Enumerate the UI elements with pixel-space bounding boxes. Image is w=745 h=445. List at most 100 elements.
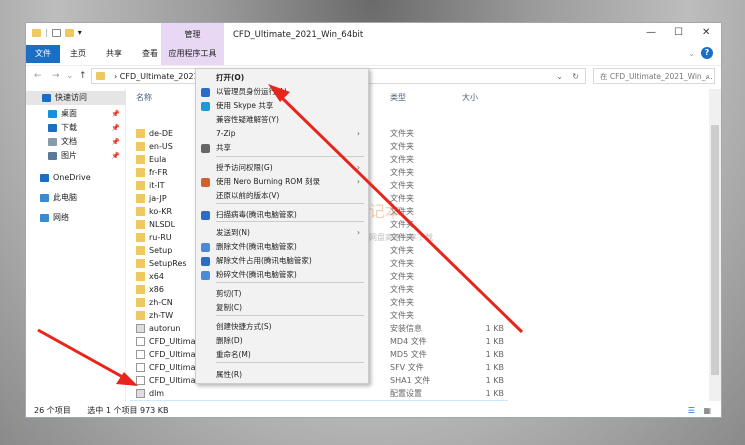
vertical-scrollbar[interactable] <box>709 89 721 401</box>
file-size: 1 KB <box>485 389 504 398</box>
help-icon[interactable]: ? <box>701 47 713 59</box>
submenu-chevron-icon: › <box>357 228 360 237</box>
menu-item-label: 属性(R) <box>216 370 243 379</box>
file-name: ru-RU <box>149 233 172 242</box>
menu-item-label: 使用 Skype 共享 <box>216 101 274 110</box>
shield-icon <box>201 88 210 97</box>
menu-item-label: 发送到(N) <box>216 228 250 237</box>
item-count: 26 个项目 <box>34 406 71 415</box>
file-type: 安装信息 <box>390 324 422 333</box>
sidebar-item[interactable]: 文档 📌 <box>26 135 126 149</box>
menu-item-label: 还原以前的版本(V) <box>216 191 280 200</box>
file-date: 2019/12/6 9:22 <box>300 400 362 401</box>
context-menu-item[interactable]: 删除(D) <box>196 334 368 348</box>
back-button[interactable]: ← <box>34 71 42 81</box>
expand-ribbon-icon[interactable]: ⌄ <box>688 49 695 58</box>
submenu-chevron-icon: › <box>357 177 360 186</box>
details-view-icon[interactable]: ☰ <box>688 403 695 419</box>
context-menu-item[interactable]: 重命名(M) <box>196 348 368 362</box>
menu-item-label: 创建快捷方式(S) <box>216 322 272 331</box>
customize-toolbar-icon[interactable]: ▾ <box>78 28 82 37</box>
column-header-type[interactable]: 类型 <box>390 89 406 107</box>
file-type: 应用程序 <box>390 400 422 401</box>
sidebar-item[interactable]: 下载 📌 <box>26 121 126 135</box>
menu-item-label: 7-Zip <box>216 129 236 138</box>
menu-item-label: 删除文件(腾讯电脑管家) <box>216 242 297 251</box>
context-menu-item[interactable]: 7-Zip › <box>196 127 368 141</box>
new-folder-icon[interactable] <box>64 28 74 37</box>
menu-item-label: 重命名(M) <box>216 350 251 359</box>
minimize-button[interactable]: — <box>646 27 656 38</box>
sidebar-item-label: 此电脑 <box>53 193 77 202</box>
close-button[interactable]: ✕ <box>702 27 710 38</box>
folder-icon <box>136 233 145 242</box>
tab-share[interactable]: 共享 <box>96 45 132 63</box>
up-button[interactable]: ↑ <box>79 71 87 81</box>
sidebar-item[interactable]: 网络 <box>26 211 126 225</box>
file-name: Setup <box>149 400 172 401</box>
selection-info: 选中 1 个项目 973 KB <box>87 406 169 415</box>
file-name: NLSDL <box>149 220 176 229</box>
context-menu-item[interactable]: 剪切(T) <box>196 287 368 301</box>
sidebar-item[interactable]: 图片 📌 <box>26 149 126 163</box>
forward-button[interactable]: → <box>52 71 60 81</box>
column-header-name[interactable]: 名称 <box>136 89 152 107</box>
properties-icon[interactable] <box>51 28 61 37</box>
context-menu-item[interactable]: 扫描病毒(腾讯电脑管家) <box>196 208 368 222</box>
context-menu-item[interactable]: 使用 Nero Burning ROM 刻录 › <box>196 175 368 189</box>
maximize-button[interactable]: ☐ <box>674 27 683 38</box>
sidebar-icon <box>40 214 49 222</box>
context-menu-item[interactable]: 属性(R) <box>196 368 368 382</box>
search-input[interactable]: 在 CFD_Ultimate_2021_Win_... ⌕ <box>593 68 715 84</box>
file-row[interactable]: dlm 配置设置 1 KB <box>130 387 508 400</box>
sidebar-icon <box>48 124 57 132</box>
context-menu-item[interactable]: 解除文件占用(腾讯电脑管家) <box>196 254 368 268</box>
context-menu-item[interactable]: 共享 <box>196 141 368 155</box>
tab-application-tools[interactable]: 应用程序工具 <box>161 45 224 63</box>
file-icon <box>136 376 145 385</box>
context-menu-item[interactable]: 粉碎文件(腾讯电脑管家) <box>196 268 368 282</box>
context-menu-item[interactable]: 以管理员身份运行(A) <box>196 85 368 99</box>
menu-item-label: 打开(O) <box>216 73 245 82</box>
file-type: 文件夹 <box>390 181 414 190</box>
sidebar-item-label: OneDrive <box>53 173 91 182</box>
tab-home[interactable]: 主页 <box>60 45 96 63</box>
address-dropdown-icon[interactable]: ⌄ <box>556 69 563 84</box>
column-header-size[interactable]: 大小 <box>462 89 478 107</box>
recent-dropdown[interactable]: ⌄ <box>66 71 74 81</box>
menu-separator <box>216 282 364 283</box>
status-bar: 26 个项目 选中 1 个项目 973 KB ☰ ▦ <box>26 403 721 419</box>
scrollbar-thumb[interactable] <box>711 125 719 375</box>
menu-item-label: 扫描病毒(腾讯电脑管家) <box>216 210 297 219</box>
sidebar-item[interactable]: 此电脑 <box>26 191 126 205</box>
folder-icon <box>136 129 145 138</box>
submenu-chevron-icon: › <box>357 129 360 138</box>
menu-separator <box>216 203 364 204</box>
file-name: zh-CN <box>149 298 173 307</box>
context-menu-item[interactable]: 授予访问权限(G) › <box>196 161 368 175</box>
context-menu-item[interactable]: 还原以前的版本(V) <box>196 189 368 203</box>
folder-icon <box>136 181 145 190</box>
context-menu-item[interactable]: 打开(O) <box>196 71 368 85</box>
context-menu-item[interactable]: 兼容性疑难解答(Y) <box>196 113 368 127</box>
context-menu-item[interactable]: 发送到(N) › <box>196 226 368 240</box>
folder-icon <box>136 259 145 268</box>
context-menu-item[interactable]: 使用 Skype 共享 <box>196 99 368 113</box>
file-name: fr-FR <box>149 168 168 177</box>
sidebar-item[interactable]: 桌面 📌 <box>26 107 126 121</box>
sidebar-item[interactable]: OneDrive <box>26 171 126 185</box>
file-name: zh-TW <box>149 311 174 320</box>
tab-file[interactable]: 文件 <box>26 45 60 63</box>
context-menu-item[interactable]: 删除文件(腾讯电脑管家) <box>196 240 368 254</box>
context-menu-item[interactable]: 复制(C) <box>196 301 368 315</box>
file-name: de-DE <box>149 129 174 138</box>
refresh-icon[interactable]: ↻ <box>572 69 579 84</box>
file-icon <box>136 350 145 359</box>
file-row[interactable]: Setup 2019/12/6 9:22 应用程序 974 KB <box>130 400 508 401</box>
menu-separator <box>216 315 364 316</box>
large-icons-view-icon[interactable]: ▦ <box>703 403 711 419</box>
context-menu-item[interactable]: 创建快捷方式(S) <box>196 320 368 334</box>
sidebar-item[interactable]: 快速访问 <box>26 91 126 105</box>
folder-icon[interactable] <box>32 28 41 37</box>
folder-icon <box>136 168 145 177</box>
